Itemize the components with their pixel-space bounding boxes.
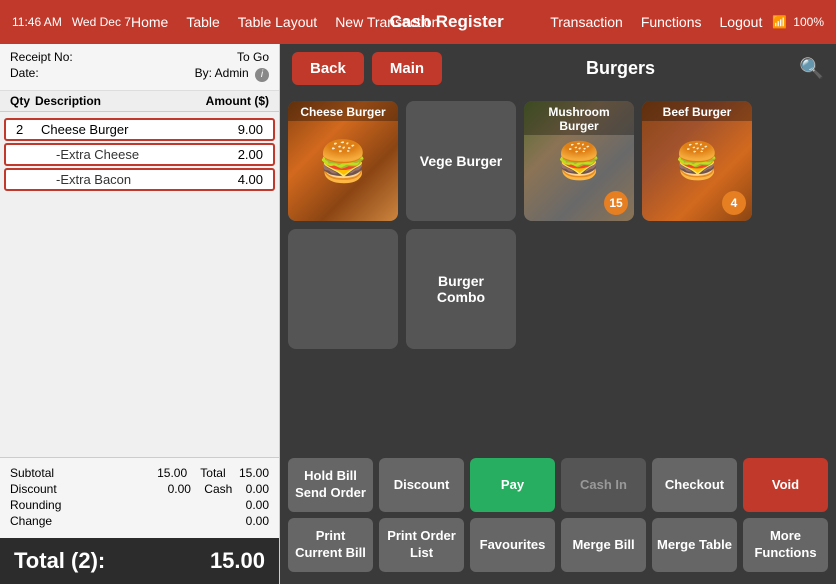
hold-bill-send-order-button[interactable]: Hold BillSend Order (288, 458, 373, 512)
search-icon: 🔍 (799, 58, 824, 80)
more-functions-button[interactable]: More Functions (743, 518, 828, 572)
cash-value: 0.00 (246, 482, 269, 496)
total-label: Total (200, 466, 225, 480)
modifier-qty-1 (31, 147, 56, 162)
by-admin: By: Admin i (195, 66, 269, 82)
receipt-totals: Subtotal 15.00 Total 15.00 Discount 0.00 (0, 457, 279, 538)
merge-bill-button[interactable]: Merge Bill (561, 518, 646, 572)
subtotal-label: Subtotal (10, 466, 54, 480)
grand-total-label: Total (2): (14, 548, 105, 574)
search-button[interactable]: 🔍 (799, 56, 824, 81)
discount-label: Discount (10, 482, 57, 496)
app-title: Cash Register (389, 12, 503, 32)
receipt-modifier-1[interactable]: -Extra Cheese 2.00 (4, 143, 275, 166)
category-header: Back Main Burgers 🔍 (280, 44, 836, 93)
receipt-items: 2 Cheese Burger 9.00 -Extra Cheese 2.00 … (0, 112, 279, 458)
cash-label: Cash (204, 482, 232, 496)
checkout-button[interactable]: Checkout (652, 458, 737, 512)
menu-item-label-beef-burger: Beef Burger (642, 101, 752, 121)
action-row-1: Hold BillSend Order Discount Pay Cash In… (288, 458, 828, 512)
menu-item-label-cheese-burger: Cheese Burger (288, 101, 398, 121)
item-desc: Cheese Burger (41, 122, 193, 137)
battery-wifi: 📶 100% (772, 15, 824, 29)
menu-item-label-burger-combo: Burger Combo (406, 265, 516, 313)
col-amount-header: Amount ($) (199, 94, 269, 108)
void-button[interactable]: Void (743, 458, 828, 512)
modifier-desc-2: -Extra Bacon (56, 172, 193, 187)
action-buttons: Hold BillSend Order Discount Pay Cash In… (280, 452, 836, 584)
change-value: 0.00 (246, 514, 269, 528)
battery-display: 100% (793, 15, 824, 29)
change-label: Change (10, 514, 52, 528)
pay-button[interactable]: Pay (470, 458, 555, 512)
receipt-modifier-2[interactable]: -Extra Bacon 4.00 (4, 168, 275, 191)
nav-home[interactable]: Home (131, 14, 168, 30)
menu-grid: Cheese Burger 🍔 Vege Burger Mushroom Bur… (280, 93, 836, 452)
category-title: Burgers (442, 58, 799, 79)
menu-item-label-mushroom-burger: Mushroom Burger (524, 101, 634, 135)
receipt-item-group[interactable]: 2 Cheese Burger 9.00 (4, 118, 275, 141)
menu-item-mushroom-burger[interactable]: Mushroom Burger 🍔 15 (524, 101, 634, 221)
grand-total-bar: Total (2): 15.00 (0, 538, 279, 584)
receipt-column-headers: Qty Description Amount ($) (0, 91, 279, 112)
modifier-qty-2 (31, 172, 56, 187)
nav-functions[interactable]: Functions (641, 14, 702, 30)
time-display: 11:46 AM (12, 15, 62, 29)
menu-item-vege-burger[interactable]: Vege Burger (406, 101, 516, 221)
nav-logout[interactable]: Logout (720, 14, 763, 30)
date-label: Date: (10, 66, 39, 82)
item-amount: 9.00 (193, 122, 263, 137)
wifi-icon: 📶 (772, 15, 787, 29)
nav-transaction[interactable]: Transaction (550, 14, 623, 30)
menu-item-empty (288, 229, 398, 349)
status-bar: 11:46 AM Wed Dec 7 (12, 15, 131, 29)
right-nav: Transaction Functions Logout (550, 14, 762, 30)
receipt-no-label: Receipt No: (10, 50, 73, 64)
beef-burger-badge: 4 (722, 191, 746, 215)
right-panel: Back Main Burgers 🔍 Cheese Burger 🍔 Vege… (280, 44, 836, 584)
menu-item-burger-combo[interactable]: Burger Combo (406, 229, 516, 349)
beef-burger-emoji: 🍔 (675, 140, 720, 182)
receipt-header: Receipt No: To Go Date: By: Admin i (0, 44, 279, 91)
mushroom-burger-emoji: 🍔 (557, 140, 602, 182)
rounding-label: Rounding (10, 498, 61, 512)
menu-item-label-vege-burger: Vege Burger (412, 145, 510, 177)
modifier-desc-1: -Extra Cheese (56, 147, 193, 162)
cash-in-button: Cash In (561, 458, 646, 512)
modifier-amount-1: 2.00 (193, 147, 263, 162)
discount-button[interactable]: Discount (379, 458, 464, 512)
merge-table-button[interactable]: Merge Table (652, 518, 737, 572)
date-display: Wed Dec 7 (72, 15, 131, 29)
main-button[interactable]: Main (372, 52, 442, 85)
main-layout: Receipt No: To Go Date: By: Admin i Qty … (0, 44, 836, 584)
modifier-amount-2: 4.00 (193, 172, 263, 187)
print-current-bill-button[interactable]: Print Current Bill (288, 518, 373, 572)
favourites-button[interactable]: Favourites (470, 518, 555, 572)
top-bar: 11:46 AM Wed Dec 7 Home Table Table Layo… (0, 0, 836, 44)
cheese-burger-emoji: 🍔 (318, 138, 368, 185)
back-button[interactable]: Back (292, 52, 364, 85)
menu-item-beef-burger[interactable]: Beef Burger 🍔 4 (642, 101, 752, 221)
col-desc-header: Description (35, 94, 199, 108)
action-row-2: Print Current Bill Print Order List Favo… (288, 518, 828, 572)
menu-item-cheese-burger[interactable]: Cheese Burger 🍔 (288, 101, 398, 221)
to-go-label: To Go (237, 50, 269, 64)
rounding-value: 0.00 (246, 498, 269, 512)
grand-total-value: 15.00 (210, 548, 265, 574)
nav-table[interactable]: Table (186, 14, 219, 30)
item-qty: 2 (16, 122, 41, 137)
print-order-list-button[interactable]: Print Order List (379, 518, 464, 572)
receipt-panel: Receipt No: To Go Date: By: Admin i Qty … (0, 44, 280, 584)
info-icon[interactable]: i (255, 68, 269, 82)
total-value: 15.00 (239, 466, 269, 480)
discount-value: 0.00 (168, 482, 191, 496)
mushroom-burger-badge: 15 (604, 191, 628, 215)
col-qty-header: Qty (10, 94, 35, 108)
subtotal-value: 15.00 (157, 466, 187, 480)
nav-table-layout[interactable]: Table Layout (238, 14, 317, 30)
